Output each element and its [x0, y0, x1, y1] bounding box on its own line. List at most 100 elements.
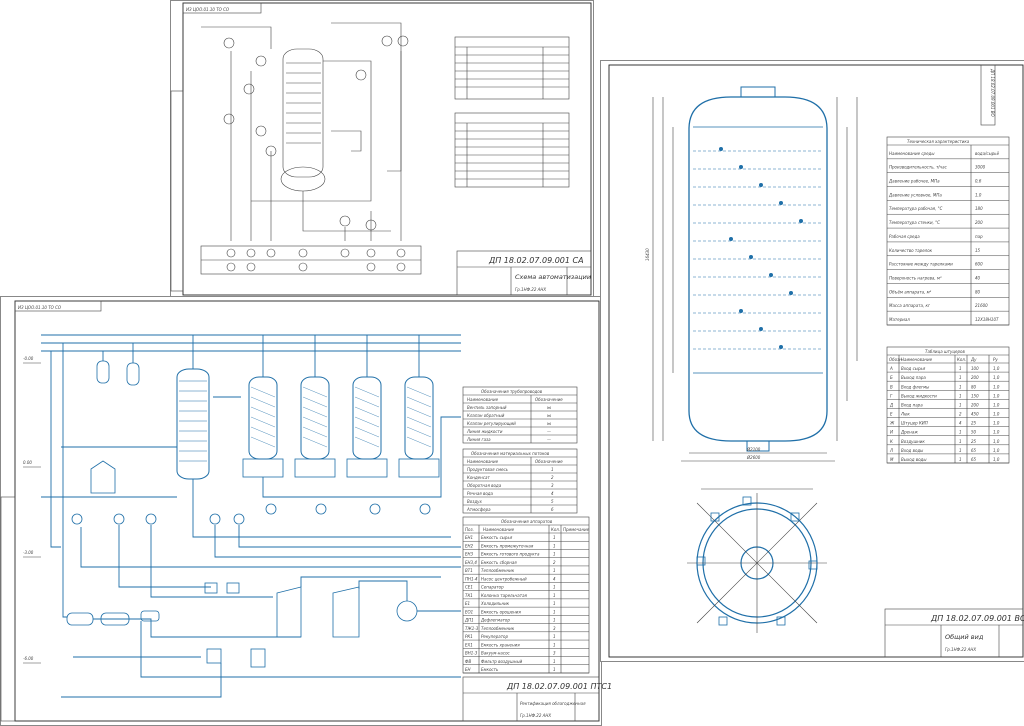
tech-param-value: 80 — [975, 289, 981, 294]
level-mark-4: -6.00 — [23, 656, 34, 661]
tech-param-value: 40 — [975, 275, 981, 280]
tech-param-name: Расстояние между тарелками — [889, 262, 953, 267]
nozzle-pn: 1,0 — [993, 421, 1000, 426]
equip-name: Емкость сборная — [481, 560, 517, 565]
equip-pos: ЕН1 — [465, 535, 473, 540]
equip-qty: 3 — [553, 651, 556, 656]
tech-param-name: Масса аппарата, кг — [889, 303, 931, 308]
nozzle-mark: Л — [889, 448, 893, 453]
org-left: Гр.1НФ.22 АНХ — [520, 713, 551, 718]
equip-pos: ДП1 — [464, 618, 474, 623]
tech-param-value: 15 — [975, 248, 981, 253]
equip-name: Емкость хранения — [481, 642, 520, 647]
equip-name: Емкость готового продукта — [481, 552, 540, 557]
nozzle-pn: 1,0 — [993, 402, 1000, 407]
equip-qty: 1 — [553, 535, 556, 540]
equip-qty: 2 — [553, 560, 556, 565]
tech-param-name: Рабочая среда — [889, 234, 920, 239]
dim-outer: Ø2600 — [746, 455, 761, 460]
nozzle-name: Дренаж — [900, 430, 918, 435]
tech-param-value: пар — [975, 234, 983, 239]
equip-pos: ФВ — [465, 659, 471, 664]
legend-pipe-name: Линия жидкости — [466, 429, 503, 434]
title-name-right: Общий вид — [945, 633, 984, 641]
nozzle-name: Выход жидкости — [901, 393, 937, 398]
equip-header-pos: Поз. — [465, 527, 474, 532]
nozzle-dn: 450 — [971, 412, 979, 417]
legend-pipes-header-2: Обозначение — [535, 397, 563, 402]
tech-param-name: Температура стенки, °С — [889, 220, 940, 225]
org-right: Гр.1НФ.22 АНХ — [945, 647, 976, 652]
equip-table-rows: ЕН1 Емкость сырья 1ЕН2 Емкость промежуточна… — [463, 535, 589, 674]
corner-stamp-right: ДП 18.02.07.09.001 ВО — [990, 68, 995, 117]
legend-flow-name: Продуктовая смесь — [467, 467, 509, 472]
legend-flows-title: Обозначения материальных потоков — [471, 451, 550, 456]
equip-name: Вакуум-насос — [481, 651, 511, 656]
nozzle-name: Выход воды — [901, 457, 926, 462]
legend-pipe-name: Клапан регулирующий — [467, 421, 516, 426]
nozzle-dn: 50 — [971, 430, 977, 435]
tech-param-name: Материал — [889, 317, 910, 322]
equip-qty: 1 — [553, 667, 556, 672]
nozzle-mark: Е — [890, 412, 893, 417]
legend-flow-name: Воздух — [467, 499, 482, 504]
nozzle-dn: 65 — [971, 457, 977, 462]
nozzle-qty: 1 — [959, 448, 962, 453]
nozzle-dn: 25 — [971, 439, 977, 444]
tech-param-name: Объём аппарата, м³ — [889, 289, 932, 294]
nozzle-pn: 1,0 — [993, 384, 1000, 389]
tech-param-value: 12Х18Н10Т — [975, 317, 999, 322]
nozzle-qty: 1 — [959, 375, 962, 380]
equip-qty: 1 — [553, 601, 556, 606]
tech-param-value: 1,0 — [975, 192, 982, 197]
equip-name: Емкость орошения — [481, 609, 521, 614]
nozzle-pn: 1,0 — [993, 412, 1000, 417]
tech-table-title: Техническая характеристика — [907, 139, 970, 144]
equip-name: Емкость — [481, 667, 499, 672]
level-mark-2: 0.00 — [23, 460, 32, 465]
equip-name: Теплообменник — [481, 626, 515, 631]
equip-name: Фильтр воздушный — [481, 659, 523, 664]
nozzle-mark: В — [890, 384, 893, 389]
legend-flow-number: 3 — [551, 483, 554, 488]
legend-pipe-symbol: — — [547, 429, 551, 434]
corner-stamp-top: ИЗ ЦОО.01.10 ТО СО — [186, 7, 229, 12]
legend-flows-header-1: Наименование — [467, 459, 499, 464]
legend-flow-number: 5 — [551, 499, 554, 504]
nozzle-qty: 1 — [959, 393, 962, 398]
nozzle-pn: 1,0 — [993, 393, 1000, 398]
equip-qty: 1 — [553, 593, 556, 598]
nozzle-mark: Г — [890, 393, 893, 398]
tech-param-value: 600 — [975, 262, 983, 267]
equip-qty: 1 — [553, 543, 556, 548]
tech-param-name: Давление условное, МПа — [888, 192, 942, 197]
equip-qty: 4 — [553, 576, 556, 581]
equip-qty: 1 — [553, 609, 556, 614]
nozzle-dn: 65 — [971, 448, 977, 453]
equip-pos: ВТ1 — [465, 568, 473, 573]
nozzle-dn: 100 — [971, 366, 979, 371]
equip-name: Насос центробежный — [481, 576, 527, 581]
equip-name: Дефлегматор — [480, 618, 510, 623]
legend-pipe-symbol: ⋈ — [547, 421, 551, 426]
legend-flow-number: 4 — [551, 491, 554, 496]
equip-qty: 1 — [553, 585, 556, 590]
legend-flows-header-2: Обозначение — [535, 459, 563, 464]
tech-param-value: 180 — [975, 206, 983, 211]
title-name-left: Ректификация облагодженная — [520, 701, 586, 706]
nozzle-name: Выход пара — [901, 375, 926, 380]
level-mark-3: -3.00 — [23, 550, 34, 555]
legend-pipe-symbol: ⋈ — [547, 413, 551, 418]
legend-pipe-name: Линия газа — [466, 437, 491, 442]
equip-pos: ЕО1 — [465, 609, 473, 614]
nozzle-table-rows: А Вход сырья 1 100 1,0 Б Выход пара 1 200 1,0 В Вхо… — [887, 366, 1009, 464]
nozzle-pn: 1,0 — [993, 448, 1000, 453]
nozzle-header-name: Наименование — [901, 357, 933, 362]
tech-param-name: Производительность, т/час — [889, 165, 948, 170]
legend-flow-name: Оборотная вода — [467, 483, 502, 488]
equip-header-qty: Кол. — [551, 527, 560, 532]
equip-table-title: Обозначения аппаратов — [501, 519, 553, 524]
equip-pos: РК1 — [465, 634, 473, 639]
equip-name: Колонна тарельчатая — [481, 593, 528, 598]
equip-name: Теплообменник — [481, 568, 515, 573]
